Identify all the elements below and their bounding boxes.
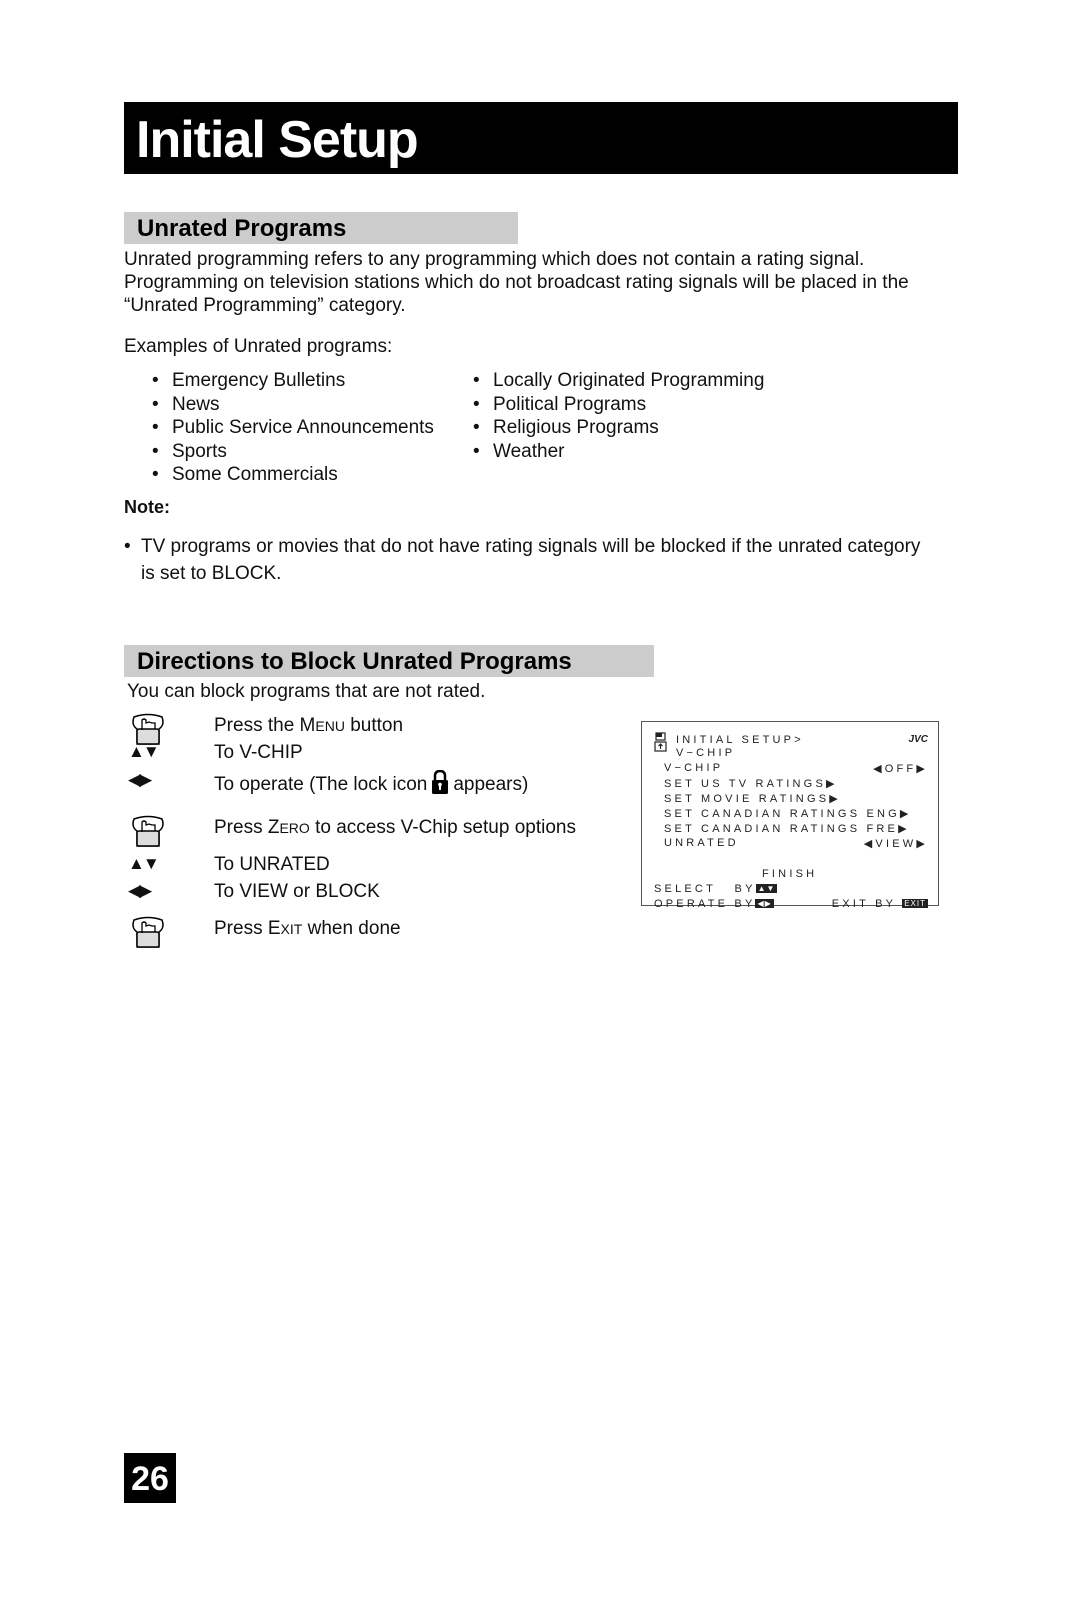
section-heading-text: Directions to Block Unrated Programs: [137, 648, 572, 675]
up-down-key-icon: ▲▼: [755, 884, 778, 893]
list-item: Emergency Bulletins: [152, 369, 434, 393]
list-item: Political Programs: [473, 393, 764, 417]
lock-tv-icon: [654, 732, 667, 752]
page-number: 26: [124, 1453, 176, 1503]
step-text: To V-CHIP: [214, 742, 303, 763]
list-item: Some Commercials: [152, 463, 434, 487]
lock-icon: [432, 770, 449, 794]
step-item: Press Exit when done: [128, 916, 608, 948]
osd-operate-hint: OPERATE BY ◀▶: [654, 898, 774, 910]
step-item: ◀▶ To operate (The lock icon appears): [128, 768, 608, 798]
osd-breadcrumb: INITIAL SETUP>: [676, 734, 804, 746]
section-heading-text: Unrated Programs: [137, 215, 347, 242]
step-text: To VIEW or BLOCK: [214, 881, 380, 902]
hand-press-icon: [132, 815, 164, 847]
osd-submenu: V−CHIP: [676, 747, 736, 759]
intro-line: “Unrated Programming” category.: [124, 295, 406, 316]
step-item: ▲▼ To V-CHIP: [128, 740, 608, 770]
intro-line: Programming on television stations which…: [124, 272, 909, 293]
step-item: Press Zero to access V-Chip setup option…: [128, 815, 608, 847]
note-line: is set to BLOCK.: [141, 563, 282, 584]
list-item: Sports: [152, 440, 434, 464]
step-text: To operate (The lock icon appears): [214, 770, 528, 796]
note-label: Note:: [124, 497, 170, 517]
step-text: Press Zero to access V-Chip setup option…: [214, 817, 576, 838]
list-item: Weather: [473, 440, 764, 464]
hand-press-icon: [132, 916, 164, 948]
intro-line: Unrated programming refers to any progra…: [124, 249, 865, 270]
osd-item-unrated-value: ◀VIEW▶: [863, 838, 928, 850]
note-item: TV programs or movies that do not have r…: [124, 533, 954, 587]
directions-intro: You can block programs that are not rate…: [127, 681, 486, 702]
page-title: Initial Setup: [136, 111, 419, 169]
left-right-arrows-icon: ◀▶: [128, 770, 152, 789]
page-title-bar: Initial Setup: [124, 102, 958, 174]
osd-item-us-tv-ratings: SET US TV RATINGS▶: [664, 778, 838, 790]
examples-label: Examples of Unrated programs:: [124, 336, 393, 357]
unrated-intro: Unrated programming refers to any progra…: [124, 248, 964, 317]
osd-item-movie-ratings: SET MOVIE RATINGS▶: [664, 793, 841, 805]
examples-list-right: Locally Originated Programming Political…: [473, 369, 764, 463]
jvc-logo: JVC: [908, 734, 928, 745]
osd-item-vchip-value: ◀OFF▶: [873, 763, 928, 775]
osd-exit-hint: EXIT BY EXIT: [831, 898, 928, 910]
left-right-key-icon: ◀▶: [755, 899, 774, 908]
osd-finish: FINISH: [762, 868, 818, 880]
osd-item-canadian-fre: SET CANADIAN RATINGS FRE▶: [664, 823, 910, 835]
list-item: Religious Programs: [473, 416, 764, 440]
left-right-arrows-icon: ◀▶: [128, 881, 152, 900]
step-item: ◀▶ To VIEW or BLOCK: [128, 879, 608, 909]
section-heading-directions: Directions to Block Unrated Programs: [124, 645, 654, 677]
osd-select-hint: SELECT BY ▲▼: [654, 883, 778, 895]
osd-item-canadian-eng: SET CANADIAN RATINGS ENG▶: [664, 808, 912, 820]
exit-key-icon: EXIT: [902, 899, 928, 908]
examples-list-left: Emergency Bulletins News Public Service …: [152, 369, 434, 487]
list-item: Locally Originated Programming: [473, 369, 764, 393]
step-item: Press the Menu button: [128, 713, 608, 745]
step-text: Press Exit when done: [214, 918, 401, 939]
step-item: ▲▼ To UNRATED: [128, 852, 608, 882]
osd-item-unrated: UNRATED: [664, 837, 739, 849]
section-heading-unrated: Unrated Programs: [124, 212, 518, 244]
list-item: News: [152, 393, 434, 417]
osd-item-vchip: V−CHIP: [664, 762, 724, 774]
step-text: To UNRATED: [214, 854, 330, 875]
list-item: Public Service Announcements: [152, 416, 434, 440]
note-line: TV programs or movies that do not have r…: [141, 536, 921, 557]
step-text: Press the Menu button: [214, 715, 404, 736]
osd-menu-screen: INITIAL SETUP> JVC V−CHIP V−CHIP ◀OFF▶ S…: [641, 721, 939, 910]
